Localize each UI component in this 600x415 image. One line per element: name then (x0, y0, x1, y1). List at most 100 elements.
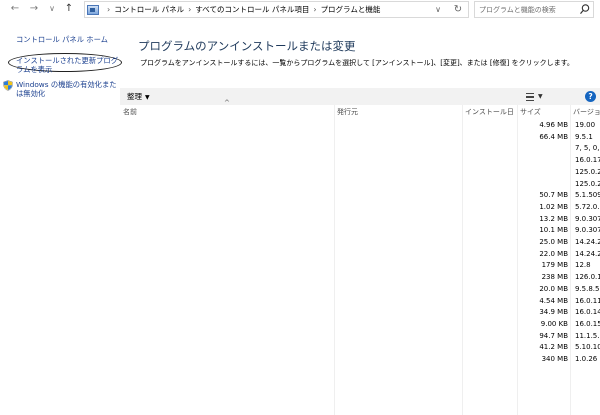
program-row[interactable]: 13.2 MB 9.0.3072 (120, 214, 600, 226)
program-version: 1.0.26 (575, 355, 598, 363)
program-size: 13.2 MB (539, 214, 568, 223)
program-row[interactable]: 94.7 MB 11.1.5.1 (120, 331, 600, 343)
control-panel-icon (87, 4, 99, 15)
windows-features-link[interactable]: Windows の機能の有効化または無効化 (16, 80, 120, 98)
address-bar[interactable]: › コントロール パネル › すべてのコントロール パネル項目 › プログラムと… (84, 1, 469, 18)
view-details-icon[interactable] (524, 91, 536, 102)
program-row[interactable]: 25.0 MB 14.24.28 (120, 237, 600, 249)
program-version: 9.0.3072 (575, 226, 600, 235)
view-dropdown-icon[interactable]: ▼ (538, 88, 543, 105)
program-version: 9.5.1 (575, 132, 593, 141)
breadcrumb-all-items[interactable]: すべてのコントロール パネル項目 (195, 4, 309, 15)
program-row[interactable]: 41.2 MB 5.10.102 (120, 342, 600, 354)
column-header-installed-on[interactable]: インストール日 (465, 105, 517, 119)
program-version: 14.24.28 (575, 238, 600, 246)
control-panel-home-link[interactable]: コントロール パネル ホーム (16, 35, 108, 44)
up-arrow-icon[interactable]: ↑ (62, 2, 76, 16)
program-row[interactable]: 125.0.25 (120, 179, 600, 191)
organize-dropdown-icon: ▼ (145, 94, 150, 101)
program-row[interactable]: 16.0.176 (120, 155, 600, 167)
breadcrumb-control-panel[interactable]: コントロール パネル (114, 4, 184, 15)
column-header-publisher[interactable]: 発行元 (337, 105, 461, 119)
address-toolbar: ← → ∨ ↑ › コントロール パネル › すべてのコントロール パネル項目 … (0, 0, 600, 20)
column-header-size[interactable]: サイズ (520, 105, 568, 119)
refresh-icon[interactable]: ↻ (451, 2, 465, 17)
program-size: 1.02 MB (539, 202, 568, 211)
program-size: 22.0 MB (539, 249, 568, 258)
program-size: 20.0 MB (539, 284, 568, 293)
program-version: 14.24.28 (575, 249, 600, 258)
program-row[interactable]: 20.0 MB 9.5.8.5 (120, 284, 600, 296)
program-size: 50.7 MB (539, 191, 568, 200)
uac-shield-icon (3, 80, 13, 91)
program-row[interactable]: 22.0 MB 14.24.28 (120, 249, 600, 261)
program-row[interactable]: 340 MB 1.0.26 (120, 354, 600, 366)
program-version: 16.0.117 (575, 296, 600, 305)
page-title: プログラムのアンインストールまたは変更 (138, 39, 356, 53)
program-row[interactable]: 50.7 MB 5.1.5091 (120, 190, 600, 202)
program-version: 16.0.151 (575, 319, 600, 328)
breadcrumb-separator-icon[interactable]: › (313, 5, 316, 14)
program-row[interactable]: 179 MB 12.8 (120, 260, 600, 272)
column-headers: 名前 ^ 発行元 インストール日 サイズ バージョン (120, 99, 600, 119)
address-dropdown-chevron-icon[interactable]: ∨ (432, 2, 444, 17)
page-description: プログラムをアンインストールするには、一覧からプログラムを選択して [アンインス… (140, 59, 574, 67)
program-version: 19.00 (575, 121, 596, 129)
sort-ascending-icon: ^ (224, 99, 230, 107)
view-installed-updates-link[interactable]: インストールされた更新プログラムを表示 (16, 56, 120, 74)
command-bar: 整理 ▼ ▼ ? (120, 88, 600, 105)
organize-label: 整理 (127, 92, 142, 101)
program-size: 66.4 MB (539, 132, 568, 141)
program-version: 9.0.3072 (575, 214, 600, 223)
forward-arrow-icon[interactable]: → (27, 2, 41, 16)
search-box[interactable] (474, 1, 594, 18)
program-size: 9.00 KB (540, 319, 568, 328)
program-row[interactable]: 1.02 MB 5.72.0.0 (120, 202, 600, 214)
recent-locations-chevron-icon[interactable]: ∨ (45, 2, 59, 16)
program-row[interactable]: 10.1 MB 9.0.3072 (120, 225, 600, 237)
program-size: 94.7 MB (539, 331, 568, 340)
breadcrumb-separator-icon[interactable]: › (188, 5, 191, 14)
program-row[interactable]: 4.54 MB 16.0.117 (120, 296, 600, 308)
help-icon[interactable]: ? (585, 91, 596, 102)
program-version: 126.0.1 (575, 273, 600, 282)
search-icon[interactable] (579, 3, 591, 16)
program-version: 16.0.176 (575, 156, 600, 165)
program-size: 4.54 MB (539, 296, 568, 305)
program-version: 5.1.5091 (575, 191, 600, 200)
program-version: 16.0.140 (575, 308, 600, 317)
program-version: 125.0.25 (575, 179, 600, 188)
back-arrow-icon[interactable]: ← (8, 2, 22, 16)
program-version: 5.10.102 (575, 343, 600, 352)
program-row[interactable]: 66.4 MB 9.5.1 (120, 132, 600, 144)
program-size: 41.2 MB (539, 343, 568, 352)
program-size: 4.96 MB (539, 121, 568, 129)
main-content: プログラムのアンインストールまたは変更 プログラムをアンインストールするには、一… (120, 20, 600, 415)
program-row[interactable]: 238 MB 126.0.1 (120, 272, 600, 284)
program-size: 10.1 MB (539, 226, 568, 235)
program-size: 179 MB (541, 261, 568, 270)
program-version: 125.0.25 (575, 167, 600, 176)
program-row[interactable]: 125.0.25 (120, 167, 600, 179)
program-size: 340 MB (541, 355, 568, 363)
column-header-version[interactable]: バージョン (573, 105, 600, 119)
program-version: 7, 5, 0, 0 (575, 144, 600, 153)
program-row[interactable]: 4.96 MB 19.00 (120, 120, 600, 132)
column-header-name[interactable]: 名前 (123, 105, 333, 119)
breadcrumb-programs-and-features[interactable]: プログラムと機能 (321, 4, 381, 15)
organize-button[interactable]: 整理 ▼ (127, 88, 150, 105)
breadcrumb: › コントロール パネル › すべてのコントロール パネル項目 › プログラムと… (87, 2, 380, 17)
search-input[interactable] (479, 4, 575, 16)
program-row[interactable]: 34.9 MB 16.0.140 (120, 307, 600, 319)
program-size: 25.0 MB (539, 238, 568, 246)
program-version: 12.8 (575, 261, 591, 270)
program-row[interactable]: 7, 5, 0, 0 (120, 143, 600, 155)
program-version: 9.5.8.5 (575, 284, 600, 293)
program-row[interactable]: 9.00 KB 16.0.151 (120, 319, 600, 331)
breadcrumb-separator-icon[interactable]: › (107, 5, 110, 14)
program-size: 34.9 MB (539, 308, 568, 317)
left-task-pane: コントロール パネル ホーム インストールされた更新プログラムを表示 Windo… (0, 20, 122, 415)
program-version: 5.72.0.0 (575, 202, 600, 211)
program-size: 238 MB (541, 273, 568, 282)
program-version: 11.1.5.1 (575, 331, 600, 340)
